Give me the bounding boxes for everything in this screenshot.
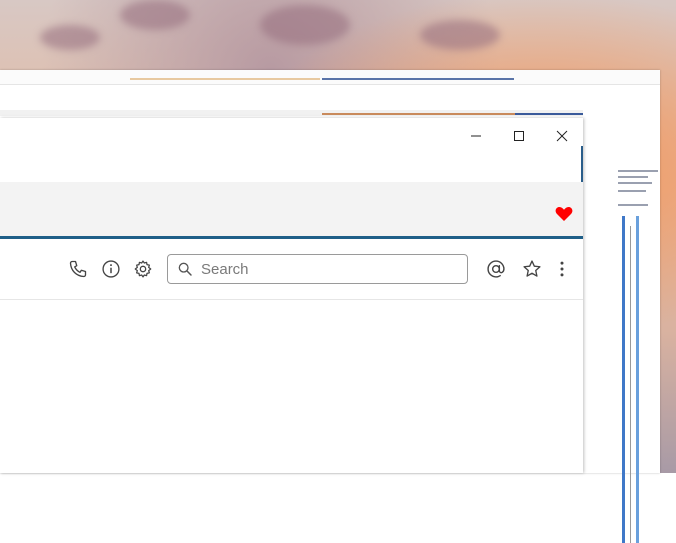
search-icon (178, 262, 192, 276)
heart-icon (555, 206, 573, 221)
title-bar[interactable] (0, 118, 583, 153)
header-bar (0, 182, 583, 238)
cloud-decor (120, 0, 190, 30)
background-tab-indicator (322, 78, 514, 80)
background-tabstrip (0, 70, 660, 85)
minimize-icon (471, 135, 481, 136)
background-progress-line (515, 113, 583, 115)
cloud-decor (40, 25, 100, 50)
message-pane[interactable] (0, 300, 583, 473)
cloud-decor (260, 5, 350, 45)
minimize-button[interactable] (454, 118, 498, 153)
more-options-button[interactable] (551, 258, 573, 280)
mentions-button[interactable] (485, 258, 507, 280)
at-icon (487, 260, 505, 278)
more-vertical-icon (560, 261, 564, 277)
side-panel-text (618, 190, 646, 192)
main-window[interactable] (0, 118, 583, 473)
close-icon (556, 130, 568, 141)
side-panel-text (618, 182, 652, 184)
side-panel-text (618, 204, 648, 206)
maximize-button[interactable] (497, 118, 541, 153)
info-icon (102, 260, 120, 278)
close-button[interactable] (540, 118, 584, 153)
gear-icon (134, 260, 152, 278)
background-side-panel (610, 146, 660, 543)
background-tab-indicator (130, 78, 320, 80)
side-panel-text (618, 176, 648, 178)
cloud-decor (420, 20, 500, 50)
side-panel-text (618, 170, 658, 172)
phone-icon (69, 260, 87, 278)
details-button[interactable] (100, 258, 122, 280)
call-button[interactable] (67, 258, 89, 280)
starred-button[interactable] (521, 258, 543, 280)
search-field[interactable] (167, 254, 468, 284)
favorite-button[interactable] (555, 206, 573, 222)
side-panel-column (630, 226, 631, 543)
side-panel-column (636, 216, 639, 543)
search-input[interactable] (199, 259, 453, 279)
side-panel-column (622, 216, 625, 543)
maximize-icon (514, 130, 524, 141)
settings-button[interactable] (132, 258, 154, 280)
star-icon (523, 260, 541, 277)
